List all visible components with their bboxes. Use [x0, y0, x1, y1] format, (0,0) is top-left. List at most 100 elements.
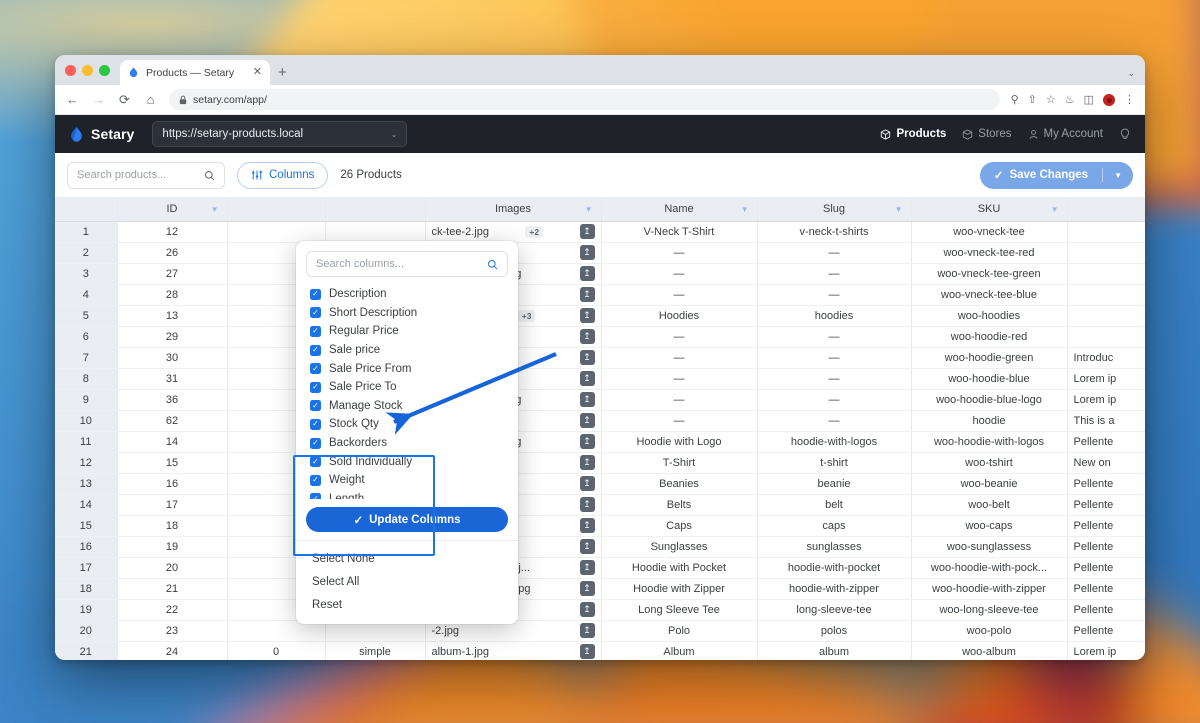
footer-action-select-none[interactable]: Select None [296, 547, 518, 570]
table-row[interactable]: 1619glasses-2.jpg↥Sunglassessunglasseswo… [55, 536, 1145, 558]
table-row[interactable]: 730die-green-1.jpg↥——woo-hoodie-greenInt… [55, 347, 1145, 369]
upload-icon[interactable]: ↥ [579, 497, 595, 512]
column-option[interactable]: ✓ Stock Qty [296, 415, 518, 434]
upload-icon[interactable]: ↥ [579, 329, 595, 344]
checkbox-checked-icon[interactable]: ✓ [310, 288, 321, 300]
filter-icon[interactable]: ▼ [1051, 205, 1059, 214]
footer-action-select-all[interactable]: Select All [296, 570, 518, 593]
table-row[interactable]: 513die-2.jpg+3↥Hoodieshoodieswoo-hoodies [55, 305, 1145, 327]
checkbox-checked-icon[interactable]: ✓ [310, 381, 321, 393]
extensions-puzzle-icon[interactable]: ♨ [1065, 93, 1075, 106]
back-icon[interactable]: ← [65, 92, 80, 107]
home-icon[interactable]: ⌂ [143, 92, 158, 107]
columns-button[interactable]: Columns [237, 161, 329, 189]
browser-tab[interactable]: Products — Setary ✕ [120, 60, 270, 85]
upload-icon[interactable]: ↥ [579, 245, 595, 260]
nav-item-my-account[interactable]: My Account [1028, 128, 1103, 140]
table-header-name[interactable]: Name ▼ [601, 197, 758, 222]
footer-action-reset[interactable]: Reset [296, 593, 518, 616]
upload-icon[interactable]: ↥ [579, 266, 595, 281]
upload-icon[interactable]: ↥ [579, 392, 595, 407]
upload-icon[interactable]: ↥ [579, 350, 595, 365]
table-row[interactable]: 428ch-tee-blue-1.jpg↥——woo-vneck-tee-blu… [55, 284, 1145, 306]
column-option[interactable]: ✓ Sale Price From [296, 359, 518, 378]
upload-icon[interactable]: ↥ [579, 518, 595, 533]
table-row[interactable]: 226ck-tee-2.jpg↥——woo-vneck-tee-red [55, 242, 1145, 264]
table-header-blank[interactable] [55, 197, 118, 222]
filter-icon[interactable]: ▼ [741, 205, 749, 214]
close-tab-icon[interactable]: ✕ [253, 67, 262, 78]
table-row[interactable]: 936die-with-logo-2.jpg↥——woo-hoodie-blue… [55, 389, 1145, 411]
column-option[interactable]: ✓ Short Description [296, 304, 518, 323]
reload-icon[interactable]: ⟳ [117, 92, 132, 108]
zoom-icon[interactable]: ⚲ [1011, 93, 1019, 106]
share-icon[interactable]: ⇧ [1028, 93, 1037, 106]
checkbox-checked-icon[interactable]: ✓ [310, 418, 321, 430]
filter-icon[interactable]: ▼ [585, 205, 593, 214]
new-tab-icon[interactable]: + [278, 65, 287, 80]
table-header-images[interactable]: Images ▼ [425, 197, 602, 222]
maximize-window-button[interactable] [99, 64, 110, 76]
table-row[interactable]: 1 12 ck-tee-2.jpg +2 ↥ V-Neck T-Shirt v-neck-t… [55, 221, 1145, 243]
filter-icon[interactable]: ▼ [211, 205, 219, 214]
table-row[interactable]: 1316nie-2.jpg↥Beaniesbeaniewoo-beaniePel… [55, 473, 1145, 495]
table-header-blank[interactable] [227, 197, 326, 222]
table-row[interactable]: 20 23 -2.jpg ↥ Polo polos woo-polo Pellente [55, 620, 1145, 642]
table-row[interactable]: 1518-2.jpg↥Capscapswoo-capsPellente [55, 515, 1145, 537]
table-row[interactable]: 327ch-tee-green-1.jpg↥——woo-vneck-tee-gr… [55, 263, 1145, 285]
upload-icon[interactable]: ↥ [579, 224, 595, 239]
table-row[interactable]: 1821die-with-zipper-2.jpg↥Hoodie with Zi… [55, 578, 1145, 600]
checkbox-checked-icon[interactable]: ✓ [310, 344, 321, 356]
save-changes-button[interactable]: ✓ Save Changes ▼ [979, 161, 1133, 189]
upload-icon[interactable]: ↥ [579, 581, 595, 596]
address-bar[interactable]: setary.com/app/ [169, 89, 1000, 110]
table-header-blank[interactable] [325, 197, 426, 222]
checkbox-checked-icon[interactable]: ✓ [310, 474, 321, 486]
table-header-slug[interactable]: Slug ▼ [757, 197, 912, 222]
upload-icon[interactable]: ↥ [579, 434, 595, 449]
column-option[interactable]: ✓ Regular Price [296, 322, 518, 341]
search-products-input[interactable]: Search products... [67, 161, 225, 189]
table-row[interactable]: 1922-sleeve-tee-2.jpg↥Long Sleeve Teelon… [55, 599, 1145, 621]
products-table-container[interactable]: ID ▼ Images ▼ Name ▼ Slug ▼ SKU ▼ 1 12 ck-tee-2.jpg… [55, 197, 1145, 660]
upload-icon[interactable]: ↥ [579, 308, 595, 323]
lightbulb-icon[interactable] [1119, 128, 1131, 141]
checkbox-checked-icon[interactable]: ✓ [310, 493, 321, 499]
filter-icon[interactable]: ▼ [895, 205, 903, 214]
table-row[interactable]: 1114die-with-logo-2.jpg↥Hoodie with Logo… [55, 431, 1145, 453]
upload-icon[interactable]: ↥ [579, 287, 595, 302]
table-row[interactable]: 831die-blue-1.jpg↥——woo-hoodie-blueLorem… [55, 368, 1145, 390]
close-window-button[interactable] [65, 64, 76, 76]
checkbox-checked-icon[interactable]: ✓ [310, 400, 321, 412]
bookmark-star-icon[interactable]: ☆ [1046, 93, 1056, 106]
columns-dropdown-footer[interactable]: Select None Select All Reset [296, 540, 518, 624]
chevron-down-icon[interactable]: ▼ [1103, 171, 1133, 180]
chevron-down-icon[interactable]: ⌄ [1127, 68, 1135, 79]
forward-icon[interactable]: → [91, 92, 106, 107]
checkbox-checked-icon[interactable]: ✓ [310, 456, 321, 468]
column-option[interactable]: ✓ Description [296, 285, 518, 304]
column-option[interactable]: ✓ Backorders [296, 434, 518, 453]
column-option[interactable]: ✓ Sale price [296, 341, 518, 360]
minimize-window-button[interactable] [82, 64, 93, 76]
upload-icon[interactable]: ↥ [579, 413, 595, 428]
checkbox-checked-icon[interactable]: ✓ [310, 437, 321, 449]
nav-item-products[interactable]: Products [880, 128, 946, 140]
profile-avatar[interactable] [1103, 93, 1115, 106]
nav-item-stores[interactable]: Stores [962, 128, 1012, 140]
checkbox-checked-icon[interactable]: ✓ [310, 363, 321, 375]
checkbox-checked-icon[interactable]: ✓ [310, 307, 321, 319]
table-row[interactable]: 629die-2.jpg↥——woo-hoodie-red [55, 326, 1145, 348]
sidebar-icon[interactable]: ◫ [1084, 93, 1094, 106]
search-columns-input[interactable]: Search columns... [306, 251, 508, 277]
upload-icon[interactable]: ↥ [579, 455, 595, 470]
table-row[interactable]: 10 62 ↥ — — hoodie This is a [55, 410, 1145, 432]
columns-checkbox-list[interactable]: ✓ Description ✓ Short Description ✓ Regular P… [296, 283, 518, 499]
table-row[interactable]: 1215t-2.jpg↥T-Shirtt-shirtwoo-tshirtNew … [55, 452, 1145, 474]
upload-icon[interactable]: ↥ [579, 560, 595, 575]
upload-icon[interactable]: ↥ [579, 623, 595, 638]
table-row[interactable]: 21 24 0 simple album-1.jpg ↥ Album album woo-alb… [55, 641, 1145, 660]
table-row[interactable]: 1720die-with-pocket-2.j...↥Hoodie with P… [55, 557, 1145, 579]
table-row[interactable]: 1417-2.jpg↥Beltsbeltwoo-beltPellente [55, 494, 1145, 516]
upload-icon[interactable]: ↥ [579, 539, 595, 554]
